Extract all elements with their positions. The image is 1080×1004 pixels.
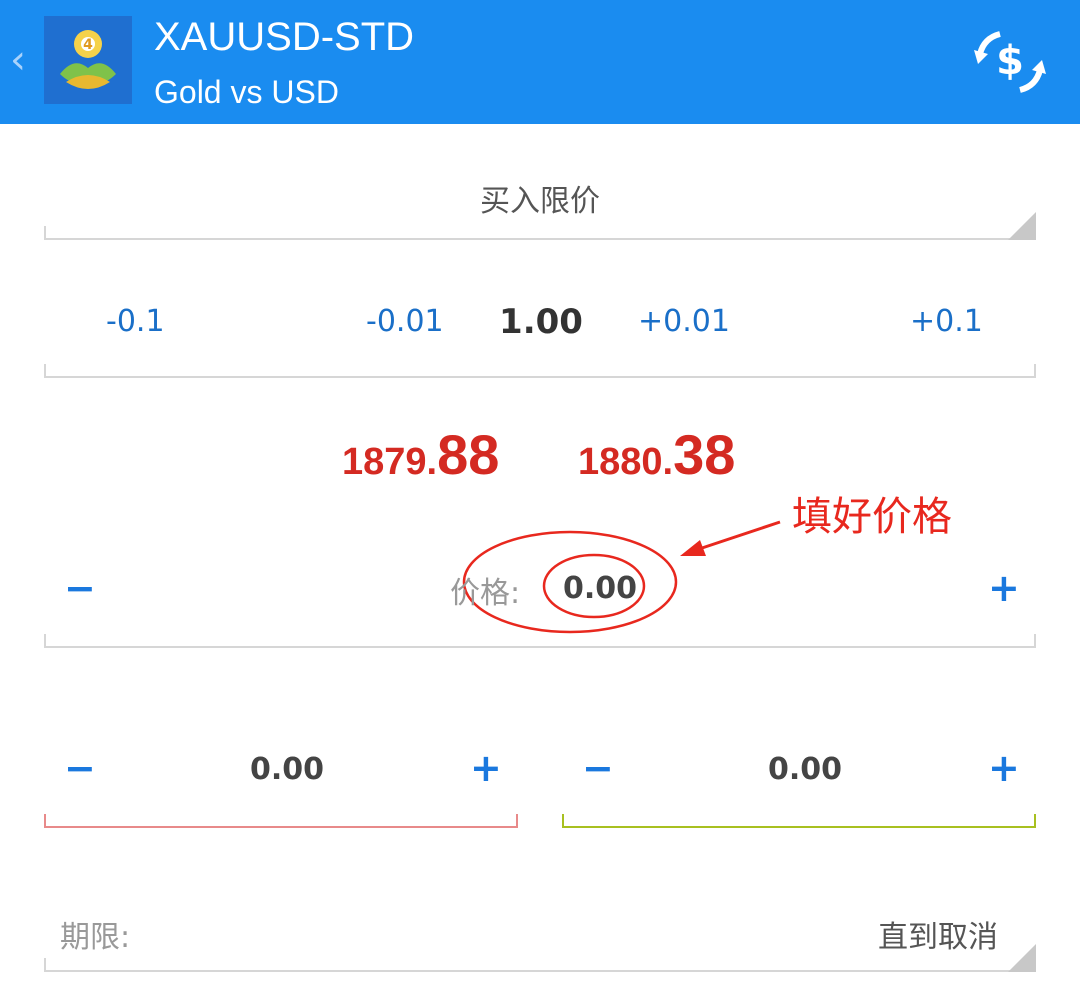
stop-loss-increase-button[interactable]: + — [470, 748, 502, 788]
annotation-arrow-line — [695, 520, 781, 552]
dropdown-corner-icon — [1008, 944, 1036, 972]
order-screen: ‹ 4 XAUUSD-STD Gold vs USD $ 买入限价 -0.1 -… — [0, 0, 1080, 1004]
take-profit-input[interactable]: 0.00 — [768, 752, 842, 787]
stop-loss-underline — [44, 814, 518, 828]
expiration-underline — [44, 958, 1036, 972]
take-profit-increase-button[interactable]: + — [988, 748, 1020, 788]
take-profit-underline — [562, 814, 1036, 828]
annotation-overlay — [462, 520, 781, 634]
expiration-label: 期限: — [60, 920, 131, 955]
stop-loss-decrease-button[interactable]: − — [64, 748, 96, 788]
expiration-select[interactable]: 直到取消 — [878, 912, 998, 956]
price-increase-button[interactable]: + — [988, 568, 1020, 608]
stop-loss-input[interactable]: 0.00 — [250, 752, 324, 787]
price-underline — [44, 634, 1036, 648]
annotation-arrow-head — [680, 540, 706, 556]
price-label: 价格: — [450, 576, 521, 611]
price-decrease-button[interactable]: − — [64, 568, 96, 608]
price-input[interactable]: 0.00 — [563, 571, 637, 606]
take-profit-decrease-button[interactable]: − — [582, 748, 614, 788]
